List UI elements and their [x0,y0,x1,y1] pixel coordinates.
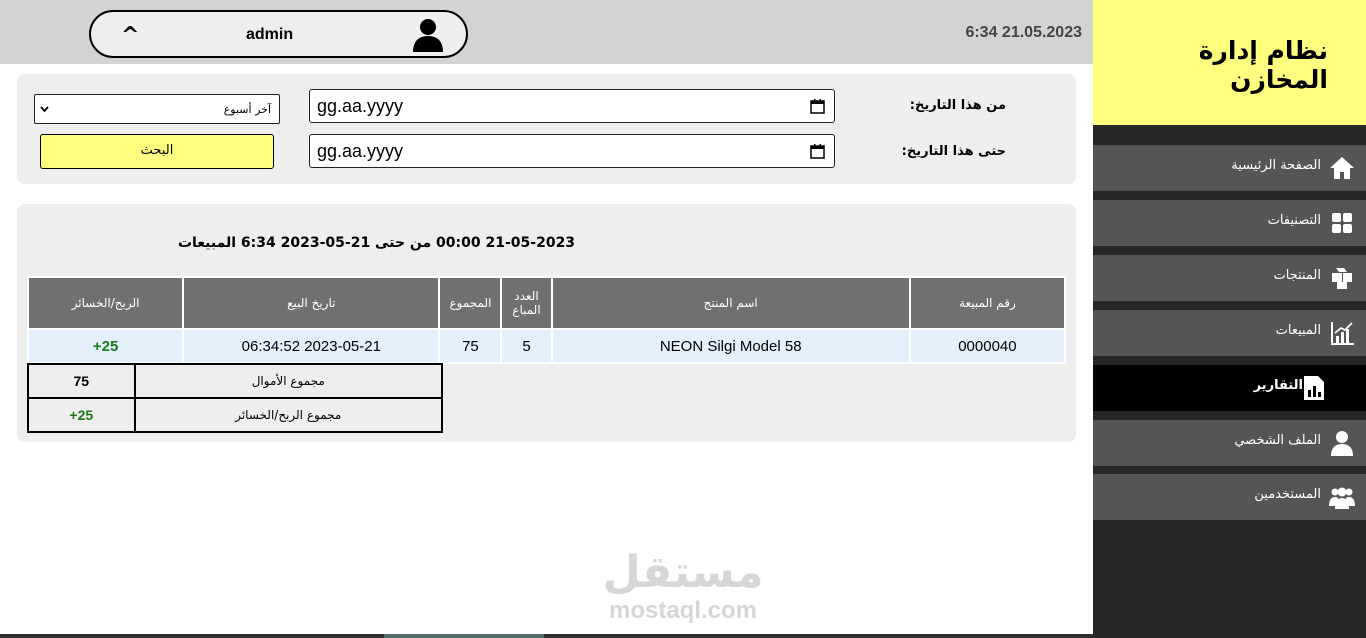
grid-icon [1332,213,1352,233]
brand-header: نظام إدارة المخازن [1093,0,1366,125]
report-panel: 21-05-2023 00:00 من حتى 21-05-2023 6:34 … [17,204,1076,442]
users-icon [1329,487,1355,509]
summary-label-total-money: مجموع الأموال [133,363,444,399]
watermark-logo-text: مستقل [603,547,764,598]
to-date-label: حتى هذا التاريخ: [901,144,1006,159]
summary-table: مجموع الأموال 75 مجموع الربح/الخسائر +25 [27,363,444,433]
column-header-sale-no: رقم المبيعة [908,276,1067,330]
calendar-icon[interactable] [810,144,825,159]
user-avatar-icon [413,19,443,52]
summary-value-total-profit: +25 [27,397,136,433]
table-row: 0000040 NEON Silgi Model 58 5 75 2023-05… [26,328,1067,364]
report-icon [1304,376,1324,400]
mostaql-watermark-logo: مستقل [603,547,764,598]
cell-qty: 5 [500,328,553,364]
chevron-down-icon [40,106,49,112]
watermark-url: mostaql.com [608,597,758,624]
from-date-input[interactable]: gg.aa.yyyy [309,89,835,123]
from-date-value: gg.aa.yyyy [317,96,404,116]
column-header-total: المجموع [438,276,503,330]
home-icon [1330,157,1354,179]
sidebar-item-sales[interactable]: المبيعات [1093,310,1366,356]
column-header-qty: العدد المباع [500,276,553,330]
user-menu[interactable]: ^ admin [89,10,468,58]
column-header-product: اسم المنتج [550,276,911,330]
top-header: ^ admin 6:34 21.05.2023 [0,0,1093,64]
sidebar-item-label: المنتجات [1273,268,1321,283]
sidebar-item-reports[interactable]: التقارير [1093,365,1366,411]
sidebar-item-home[interactable]: الصفحة الرئيسية [1093,145,1366,191]
cell-profit: +25 [26,328,185,364]
cell-total: 75 [438,328,503,364]
sidebar-item-label: الصفحة الرئيسية [1231,158,1321,173]
sidebar: نظام إدارة المخازن الصفحة الرئيسية التصن… [1093,0,1366,638]
table-header-row: رقم المبيعة اسم المنتج العدد المباع المج… [26,276,1067,330]
chevron-up-icon[interactable]: ^ [121,24,139,48]
sidebar-item-label: المستخدمين [1254,487,1321,502]
report-title: 21-05-2023 00:00 من حتى 21-05-2023 6:34 … [177,235,576,251]
column-header-profit: الربح/الخسائر [26,276,185,330]
app-title: نظام إدارة المخازن [1198,36,1328,94]
sidebar-item-categories[interactable]: التصنيفات [1093,200,1366,246]
cell-sale-no: 0000040 [908,328,1067,364]
sidebar-item-label: الملف الشخصي [1234,433,1321,448]
period-select-value: آخر أسبوع [223,103,271,116]
to-date-value: gg.aa.yyyy [317,141,404,161]
summary-profit-value: +25 [69,407,94,423]
calendar-icon[interactable] [810,99,825,114]
to-date-input[interactable]: gg.aa.yyyy [309,134,835,168]
summary-label-total-profit: مجموع الربح/الخسائر [133,397,444,433]
username: admin [246,26,294,43]
bottom-divider-accent [384,634,544,638]
profit-value: +25 [92,337,119,355]
summary-value-total-money: 75 [27,363,136,399]
sales-chart-icon [1331,322,1354,345]
bottom-divider [0,634,1093,638]
search-button[interactable]: البحث [40,134,274,169]
sidebar-item-label: المبيعات [1275,323,1321,338]
sidebar-item-products[interactable]: المنتجات [1093,255,1366,301]
sidebar-item-users[interactable]: المستخدمين [1093,474,1366,520]
boxes-icon [1332,268,1352,289]
summary-row: مجموع الأموال 75 [27,363,444,399]
sidebar-item-label: التصنيفات [1267,213,1321,228]
search-button-label: البحث [140,143,174,158]
cell-product: NEON Silgi Model 58 [550,328,911,364]
sidebar-item-profile[interactable]: الملف الشخصي [1093,420,1366,466]
sales-report-table: رقم المبيعة اسم المنتج العدد المباع المج… [26,276,1067,364]
summary-row: مجموع الربح/الخسائر +25 [27,397,444,433]
current-datetime: 6:34 21.05.2023 [965,24,1082,41]
column-header-date: تاريخ البيع [182,276,441,330]
sidebar-item-label: التقارير [1253,378,1303,393]
from-date-label: من هذا التاريخ: [909,98,1006,113]
period-select[interactable]: آخر أسبوع [34,94,280,124]
user-icon [1331,431,1353,456]
cell-date: 2023-05-21 06:34:52 [182,328,441,364]
filter-panel: من هذا التاريخ: حتى هذا التاريخ: gg.aa.y… [17,74,1076,184]
